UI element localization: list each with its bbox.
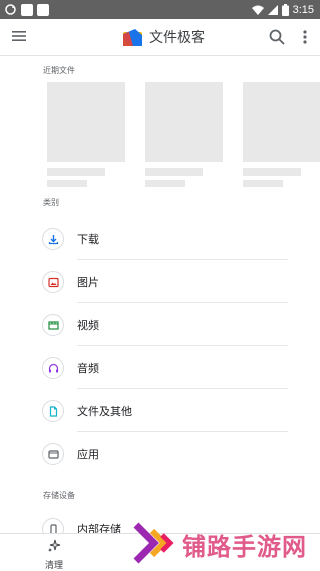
watermark-logo-icon xyxy=(133,522,174,564)
recent-file-name-placeholder xyxy=(243,168,301,176)
recent-file-meta-placeholder xyxy=(243,180,283,187)
recent-file-thumbnail[interactable] xyxy=(243,82,320,162)
divider xyxy=(77,302,288,303)
document-icon xyxy=(42,400,64,422)
category-label: 图片 xyxy=(77,276,99,289)
status-time: 3:15 xyxy=(292,3,314,16)
notification-icon xyxy=(37,3,49,16)
video-icon xyxy=(42,314,64,336)
app-title-group: 文件极客 xyxy=(123,26,205,48)
category-item-apps[interactable]: 应用 xyxy=(0,436,320,479)
category-label: 文件及其他 xyxy=(77,405,132,418)
divider xyxy=(77,259,288,260)
divider xyxy=(77,388,288,389)
headphones-icon xyxy=(42,357,64,379)
app-title: 文件极客 xyxy=(149,30,205,46)
category-label: 音频 xyxy=(77,362,99,375)
watermark: 铺路手游网 xyxy=(132,515,320,569)
recent-file-name-placeholder xyxy=(145,168,203,176)
sync-icon xyxy=(5,4,16,15)
status-indicators: 3:15 xyxy=(251,1,314,18)
category-item-documents[interactable]: 文件及其他 xyxy=(0,393,320,436)
recent-file-meta-placeholder xyxy=(47,180,87,187)
recent-file-thumbnail[interactable] xyxy=(145,82,223,162)
storage-heading: 存储设备 xyxy=(43,491,75,500)
category-item-audio[interactable]: 音频 xyxy=(0,350,320,393)
notification-icon xyxy=(21,3,33,16)
recent-file-thumbnail[interactable] xyxy=(47,82,125,162)
category-item-downloads[interactable]: 下载 xyxy=(0,221,320,264)
recent-file-name-placeholder xyxy=(47,168,105,176)
category-label: 视频 xyxy=(77,319,99,332)
category-label: 下载 xyxy=(77,233,99,246)
divider xyxy=(77,431,288,432)
app-icon xyxy=(42,443,64,465)
categories-heading: 类别 xyxy=(43,198,59,207)
category-label: 应用 xyxy=(77,448,99,461)
divider xyxy=(77,345,288,346)
recent-files-heading: 近期文件 xyxy=(43,66,75,75)
status-bar: 3:15 xyxy=(0,0,320,19)
app-bar: 文件极客 xyxy=(0,19,320,56)
watermark-text: 铺路手游网 xyxy=(182,533,307,561)
category-item-images[interactable]: 图片 xyxy=(0,264,320,307)
signal-icon xyxy=(267,4,278,15)
download-icon xyxy=(42,228,64,250)
more-options-icon[interactable] xyxy=(300,28,310,46)
search-icon[interactable] xyxy=(268,28,286,46)
clean-button[interactable]: 清理 xyxy=(38,538,70,571)
files-logo-icon xyxy=(123,28,142,46)
category-item-videos[interactable]: 视频 xyxy=(0,307,320,350)
image-icon xyxy=(42,271,64,293)
clean-label: 清理 xyxy=(44,561,63,571)
wifi-icon xyxy=(251,5,264,15)
menu-icon[interactable] xyxy=(11,28,27,44)
status-notifications xyxy=(4,2,49,17)
battery-icon xyxy=(281,3,289,16)
recent-file-meta-placeholder xyxy=(145,180,185,187)
sparkle-icon xyxy=(48,539,61,552)
